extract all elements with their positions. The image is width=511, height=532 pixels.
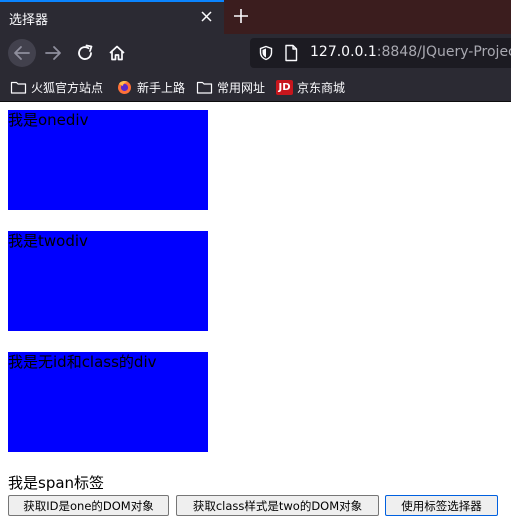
tracking-protection-shield-icon[interactable] bbox=[258, 45, 274, 61]
page-viewport: 我是onediv 我是twodiv 我是无id和class的div 我是span… bbox=[0, 102, 511, 532]
folder-icon bbox=[196, 81, 213, 94]
home-icon[interactable] bbox=[103, 39, 131, 67]
bookmark-label: 京东商城 bbox=[297, 80, 346, 95]
bookmark-jd-mall[interactable]: JD 京东商城 bbox=[276, 78, 345, 96]
bookmark-firefox-official[interactable]: 火狐官方站点 bbox=[10, 78, 103, 96]
url-text[interactable]: 127.0.0.1:8848/JQuery-Project/ bbox=[310, 44, 511, 60]
url-path: :8848/JQuery-Project/ bbox=[376, 44, 511, 60]
firefox-icon bbox=[118, 80, 131, 94]
address-bar[interactable]: 127.0.0.1:8848/JQuery-Project/ bbox=[250, 38, 511, 68]
folder-icon bbox=[10, 81, 27, 94]
div-plain: 我是无id和class的div bbox=[8, 352, 208, 452]
jd-icon: JD bbox=[276, 79, 293, 95]
bookmark-label: 新手上路 bbox=[137, 80, 186, 95]
div-one: 我是onediv bbox=[8, 110, 208, 210]
forward-arrow-icon[interactable] bbox=[39, 39, 67, 67]
bookmarks-toolbar: 火狐官方站点 新手上路 常用网址 JD 京东商城 bbox=[0, 72, 511, 102]
bookmark-label: 常用网址 bbox=[217, 80, 266, 95]
tag-selector-button[interactable]: 使用标签选择器 bbox=[385, 495, 498, 516]
close-tab-icon[interactable] bbox=[198, 5, 216, 29]
get-by-id-button[interactable]: 获取ID是one的DOM对象 bbox=[8, 495, 169, 516]
bookmark-label: 火狐官方站点 bbox=[31, 80, 104, 95]
bookmark-getting-started[interactable]: 新手上路 bbox=[116, 78, 185, 96]
reload-icon[interactable] bbox=[71, 39, 99, 67]
back-arrow-icon[interactable] bbox=[8, 39, 36, 67]
new-tab-plus-icon[interactable] bbox=[230, 4, 252, 28]
div-two: 我是twodiv bbox=[8, 231, 208, 331]
tab-title: 选择器 bbox=[9, 13, 49, 28]
span-element: 我是span标签 bbox=[8, 474, 105, 492]
active-tab[interactable]: 选择器 bbox=[0, 0, 224, 34]
get-by-class-button[interactable]: 获取class样式是two的DOM对象 bbox=[176, 495, 379, 516]
url-host: 127.0.0.1 bbox=[310, 44, 377, 60]
page-info-icon[interactable] bbox=[283, 44, 299, 62]
tab-strip: 选择器 bbox=[0, 0, 511, 34]
bookmark-common-sites[interactable]: 常用网址 bbox=[196, 78, 265, 96]
